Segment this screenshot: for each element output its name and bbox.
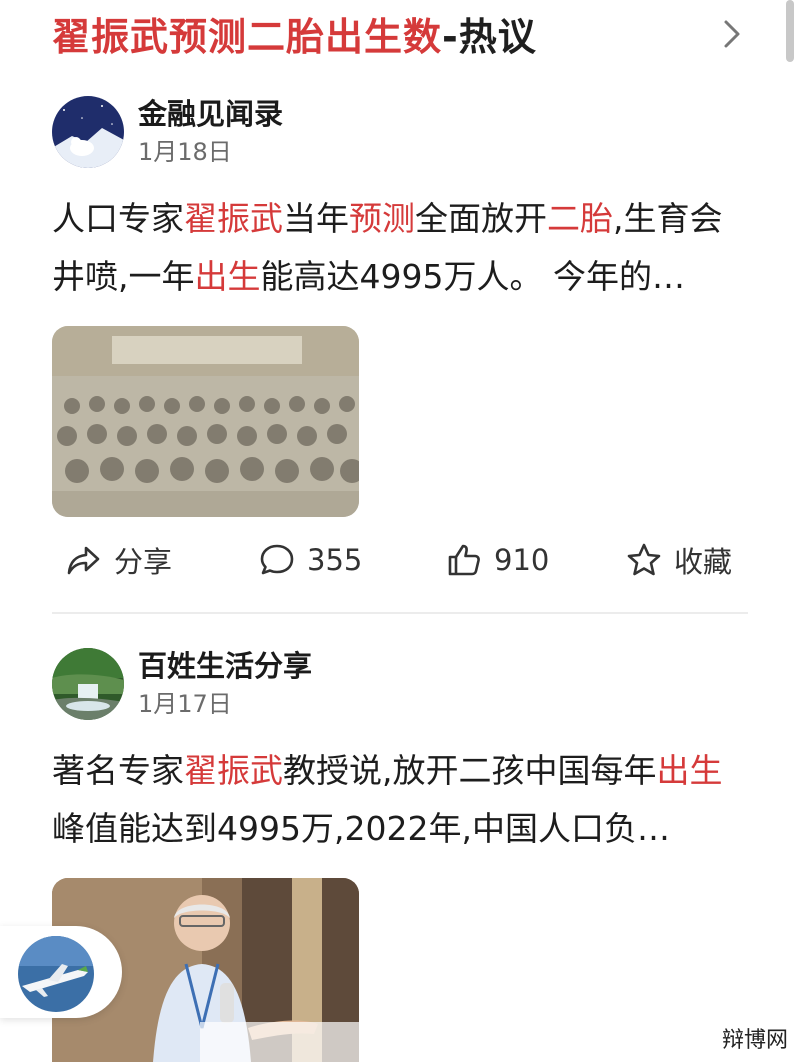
author-name[interactable]: 金融见闻录 bbox=[138, 96, 283, 132]
post-card[interactable]: 百姓生活分享 1月17日 著名专家翟振武教授说,放开二孩中国每年出生峰值能达到4… bbox=[52, 648, 752, 1062]
comment-count: 355 bbox=[307, 543, 363, 577]
post-author-row: 金融见闻录 1月18日 bbox=[52, 96, 752, 170]
share-label: 分享 bbox=[114, 545, 173, 579]
post-text[interactable]: 著名专家翟振武教授说,放开二孩中国每年出生峰值能达到4995万,2022年,中国… bbox=[52, 742, 748, 858]
watermark: 辩博网 bbox=[715, 1020, 794, 1056]
divider bbox=[52, 612, 748, 614]
share-button[interactable]: 分享 bbox=[64, 539, 172, 581]
post-text-segment: 峰值能达到4995万,2022年,中国人口负… bbox=[52, 809, 670, 848]
floating-media-button[interactable] bbox=[0, 926, 122, 1018]
post-date: 1月17日 bbox=[138, 690, 232, 718]
post-text-segment: 能高达4995万人。 今年的… bbox=[260, 257, 685, 296]
post-text[interactable]: 人口专家翟振武当年预测全面放开二胎,生育会井喷,一年出生能高达4995万人。 今… bbox=[52, 190, 748, 306]
post-text-segment: 教授说,放开二孩中国每年 bbox=[283, 751, 657, 790]
post-text-keyword: 预测 bbox=[349, 199, 415, 238]
post-card[interactable]: 金融见闻录 1月18日 人口专家翟振武当年预测全面放开二胎,生育会井喷,一年出生… bbox=[52, 96, 752, 517]
topic-header[interactable]: 翟振武预测二胎出生数-热议 bbox=[52, 4, 752, 62]
post-text-keyword: 二胎 bbox=[547, 199, 613, 238]
chevron-right-icon[interactable] bbox=[712, 14, 752, 54]
post-date: 1月18日 bbox=[138, 138, 232, 166]
post-image[interactable] bbox=[52, 326, 359, 517]
author-name[interactable]: 百姓生活分享 bbox=[138, 648, 312, 684]
avatar[interactable] bbox=[52, 96, 124, 168]
airplane-icon bbox=[18, 936, 94, 1012]
favorite-label: 收藏 bbox=[674, 545, 733, 579]
post-text-segment: 当年 bbox=[283, 199, 349, 238]
post-text-keyword: 出生 bbox=[656, 751, 723, 790]
comment-button[interactable]: 355 bbox=[257, 540, 362, 580]
scrollbar[interactable] bbox=[786, 0, 794, 62]
post-text-keyword: 翟振武 bbox=[184, 751, 283, 790]
image-overlay-patch bbox=[200, 1022, 360, 1062]
avatar[interactable] bbox=[52, 648, 124, 720]
topic-title: 翟振武预测二胎出生数-热议 bbox=[52, 6, 537, 61]
star-icon bbox=[627, 543, 661, 576]
post-text-keyword: 翟振武 bbox=[184, 199, 283, 238]
post-text-segment: 全面放开 bbox=[415, 199, 547, 238]
post-text-segment: 著名专家 bbox=[52, 751, 184, 790]
post-author-row: 百姓生活分享 1月17日 bbox=[52, 648, 752, 722]
favorite-button[interactable]: 收藏 bbox=[624, 539, 732, 581]
thumbs-up-icon bbox=[448, 544, 480, 576]
share-icon bbox=[67, 546, 100, 575]
post-text-segment: 人口专家 bbox=[52, 199, 184, 238]
comment-icon bbox=[260, 544, 294, 575]
post-text-keyword: 出生 bbox=[194, 257, 261, 296]
like-button[interactable]: 910 bbox=[444, 540, 549, 580]
topic-title-suffix: -热议 bbox=[442, 14, 537, 59]
topic-title-keyword: 翟振武预测二胎出生数 bbox=[52, 14, 443, 59]
post-action-bar: 分享 355 910 收藏 bbox=[52, 530, 752, 590]
like-count: 910 bbox=[494, 543, 550, 577]
